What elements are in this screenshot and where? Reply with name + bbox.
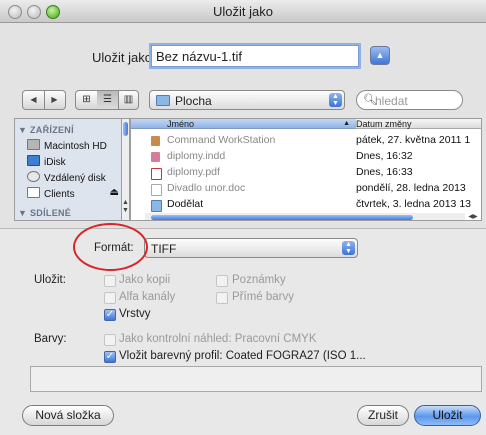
save-options-panel	[0, 228, 486, 435]
view-mode-group: ⊞ ☰ ▥	[75, 90, 139, 110]
search-field[interactable]: 🔍︎ hledat	[356, 90, 463, 110]
save-as-label: Uložit jako:	[92, 50, 156, 65]
folder-icon	[156, 95, 170, 106]
location-popup[interactable]: Plocha ▲ ▼	[149, 90, 345, 110]
remote-disk-icon	[27, 171, 40, 182]
horizontal-scroll-thumb[interactable]	[151, 215, 413, 220]
sidebar: ▼ ZAŘÍZENÍ Macintosh HD iDisk Vzdálený d…	[14, 118, 122, 221]
proof-setup-label: Jako kontrolní náhled: Pracovní CMYK	[119, 333, 317, 345]
as-copy-checkbox[interactable]	[104, 275, 116, 287]
drive-icon	[27, 187, 40, 198]
forward-button[interactable]: ▶	[44, 91, 65, 109]
embed-profile-label: Vložit barevný profil: Coated FOGRA27 (I…	[119, 350, 366, 362]
new-folder-button[interactable]: Nová složka	[22, 405, 114, 426]
indd-file-icon	[151, 152, 160, 162]
sidebar-item-clients[interactable]: Clients ⏏	[27, 187, 119, 200]
spot-colors-checkbox[interactable]	[216, 292, 228, 304]
eject-icon[interactable]: ⏏	[110, 187, 119, 198]
warning-text-box	[30, 366, 482, 392]
layers-label: Vrstvy	[119, 308, 151, 320]
alpha-channels-label: Alfa kanály	[119, 291, 176, 303]
sidebar-section-shared: ▼ SDÍLENÉ	[18, 208, 72, 218]
folder-icon	[151, 200, 162, 212]
notes-label: Poznámky	[232, 274, 286, 286]
expand-panel-button[interactable]: ▲	[370, 46, 390, 65]
table-row[interactable]: Command WorkStation pátek, 27. května 201…	[131, 135, 481, 146]
popup-arrows-icon: ▲ ▼	[329, 93, 342, 107]
hard-disk-icon	[27, 139, 40, 150]
as-copy-label: Jako kopii	[119, 274, 171, 286]
sidebar-item-remote-disk[interactable]: Vzdálený disk	[27, 171, 106, 184]
checkmark-icon: ✓	[105, 309, 115, 320]
idisk-icon	[27, 155, 40, 166]
proof-setup-checkbox[interactable]	[104, 334, 116, 346]
file-list: Jméno ▲ Datum změny Command WorkStation pá…	[130, 118, 482, 221]
back-button[interactable]: ◀	[23, 91, 45, 109]
cancel-button[interactable]: Zrušit	[357, 405, 409, 426]
sidebar-item-macintosh-hd[interactable]: Macintosh HD	[27, 139, 107, 152]
back-arrow-icon: ◀	[30, 95, 37, 104]
location-value: Plocha	[175, 94, 212, 108]
filename-input[interactable]: Bez názvu-1.tif	[151, 45, 359, 67]
sidebar-scroll-thumb[interactable]	[123, 122, 128, 136]
checkmark-icon: ✓	[105, 351, 115, 362]
spot-colors-label: Přímé barvy	[232, 291, 294, 303]
sidebar-item-idisk[interactable]: iDisk	[27, 155, 66, 168]
pdf-file-icon	[151, 168, 162, 180]
column-view-button[interactable]: ▥	[118, 91, 139, 109]
window-title: Uložit jako	[213, 4, 273, 19]
notes-checkbox[interactable]	[216, 275, 228, 287]
table-row[interactable]: Dodělat čtvrtek, 3. ledna 2013 13	[131, 199, 481, 212]
forward-arrow-icon: ▶	[51, 95, 58, 104]
sidebar-section-devices: ▼ ZAŘÍZENÍ	[18, 125, 74, 135]
save-options-label: Uložit:	[34, 274, 66, 286]
alpha-channels-checkbox[interactable]	[104, 292, 116, 304]
application-icon	[151, 136, 160, 146]
sidebar-scrollbar[interactable]: ▲ ▼	[121, 118, 130, 221]
highlight-circle	[73, 223, 148, 271]
grid-icon: ⊞	[82, 94, 91, 105]
scroll-arrows-icon[interactable]: ▲ ▼	[122, 199, 129, 215]
nav-button-group: ◀ ▶	[22, 90, 66, 110]
layers-checkbox[interactable]: ✓	[104, 309, 116, 321]
sort-up-icon: ▲	[343, 120, 350, 127]
search-placeholder: hledat	[375, 94, 408, 108]
chevron-up-icon: ▲	[375, 50, 385, 60]
icon-view-button[interactable]: ⊞	[76, 91, 98, 109]
embed-profile-checkbox[interactable]: ✓	[104, 351, 116, 363]
column-header-name[interactable]: Jméno ▲	[131, 119, 356, 129]
save-button[interactable]: Uložit	[414, 405, 481, 426]
table-row[interactable]: diplomy.pdf Dnes, 16:33	[131, 167, 481, 180]
popup-arrows-icon: ▲ ▼	[342, 241, 355, 255]
scroll-arrows-icon[interactable]: ◀▶	[465, 213, 481, 220]
document-file-icon	[151, 184, 162, 196]
format-popup[interactable]: TIFF ▲ ▼	[144, 238, 358, 258]
list-icon: ☰	[103, 94, 112, 105]
colors-label: Barvy:	[34, 333, 67, 345]
column-header-date[interactable]: Datum změny	[356, 119, 481, 129]
columns-icon: ▥	[123, 94, 134, 105]
table-row[interactable]: diplomy.indd Dnes, 16:32	[131, 151, 481, 162]
list-view-button[interactable]: ☰	[97, 91, 119, 109]
format-value: TIFF	[151, 242, 177, 256]
table-row[interactable]: Divadlo unor.doc pondělí, 28. ledna 2013	[131, 183, 481, 196]
